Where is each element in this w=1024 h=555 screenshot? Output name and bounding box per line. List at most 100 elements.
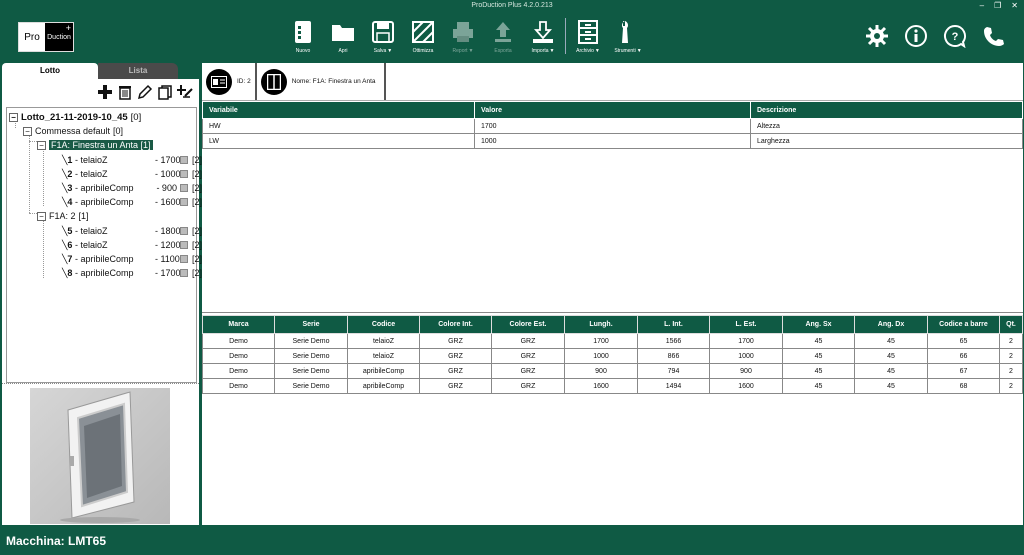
tree-piece[interactable]: ╲ 6 - telaioZ - 1200 [2] (62, 239, 202, 251)
collapse-icon[interactable]: − (37, 211, 46, 221)
tools-button[interactable]: Strumenti ▼ (608, 18, 648, 56)
download-icon (533, 21, 553, 43)
gear-icon[interactable] (865, 24, 889, 48)
table-cell: 65 (927, 333, 1000, 349)
column-header[interactable]: Variabile (202, 101, 475, 119)
table-cell: GRZ (419, 333, 492, 349)
table-cell[interactable]: 1700 (474, 118, 751, 134)
column-header[interactable]: Colore Est. (491, 315, 565, 334)
phone-icon[interactable] (982, 24, 1006, 48)
piece-name: - apribileComp (74, 268, 134, 278)
column-header[interactable]: Descrizione (750, 101, 1023, 119)
export-label: Esporta (494, 48, 512, 54)
column-header[interactable]: Qt. (999, 315, 1023, 334)
column-header[interactable]: Marca (202, 315, 275, 334)
lot-tree: − Lotto_21-11-2019-10_45 [0] − Commessa … (6, 107, 202, 383)
info-icon[interactable] (904, 24, 928, 48)
table-cell: 1000 (564, 348, 638, 364)
tree-piece[interactable]: ╲ 1 - telaioZ - 1700 [2] (62, 154, 202, 166)
table-cell: 1600 (709, 378, 783, 394)
column-header[interactable]: L. Int. (637, 315, 710, 334)
archive-button[interactable]: Archivio ▼ (568, 18, 608, 56)
minimize-icon[interactable]: – (980, 0, 984, 12)
help-icon[interactable]: ? (943, 24, 967, 48)
new-button[interactable]: Nuovo (283, 18, 323, 56)
tree-piece[interactable]: ╲ 4 - apribileComp - 1600 [2] (62, 196, 202, 208)
table-row[interactable]: Demo Serie Demo apribileComp GRZ GRZ 1600 1494… (202, 378, 1023, 394)
piece-length: - 1000 (154, 169, 181, 179)
collapse-icon[interactable]: − (23, 126, 32, 136)
tree-item-f1a-2[interactable]: − F1A: 2 [1] (37, 210, 89, 222)
tree-piece[interactable]: ╲ 7 - apribileComp - 1100 [2] (62, 253, 202, 265)
column-header[interactable]: Ang. Dx (854, 315, 928, 334)
column-header[interactable]: L. Est. (709, 315, 783, 334)
import-label: Importa (531, 48, 549, 54)
table-cell: 2 (999, 363, 1023, 379)
column-header[interactable]: Serie (274, 315, 348, 334)
piece-number: 1 (67, 155, 73, 165)
column-header[interactable]: Ang. Sx (782, 315, 855, 334)
piece-name: - apribileComp (74, 197, 134, 207)
collapse-icon[interactable]: − (37, 140, 46, 150)
save-button[interactable]: Salva ▼ (363, 18, 403, 56)
report-button[interactable]: Report ▼ (443, 18, 483, 56)
item-name: Nome: F1A: Finestra un Anta (291, 78, 376, 85)
piece-name: - apribileComp (74, 254, 134, 264)
restore-icon[interactable]: ❐ (994, 0, 1001, 12)
piece-length: - 1600 (154, 197, 181, 207)
column-header[interactable]: Lungh. (564, 315, 638, 334)
close-icon[interactable]: ✕ (1011, 0, 1018, 12)
folder-icon (332, 25, 354, 41)
column-header[interactable]: Codice a barre (927, 315, 1000, 334)
edit-icon[interactable] (137, 84, 153, 100)
table-row[interactable]: Demo Serie Demo apribileComp GRZ GRZ 900 794 90… (202, 363, 1023, 379)
tree-commessa[interactable]: − Commessa default [0] (23, 125, 123, 137)
table-cell: 45 (782, 333, 855, 349)
table-row[interactable]: Demo Serie Demo telaioZ GRZ GRZ 1000 866 1000 45… (202, 348, 1023, 364)
table-cell: GRZ (491, 363, 565, 379)
table-cell: 2 (999, 333, 1023, 349)
tree-item-f1a-finestra[interactable]: − F1A: Finestra un Anta [1] (37, 139, 153, 151)
left-tabs: Lotto Lista Ottimizzata (2, 63, 178, 91)
tab-lotto[interactable]: Lotto (2, 63, 98, 79)
panel-divider[interactable] (2, 383, 199, 385)
piece-qty: [2] (191, 169, 202, 179)
table-cell: GRZ (419, 348, 492, 364)
tree-piece[interactable]: ╲ 3 - apribileComp - 900 [2] (62, 182, 202, 194)
delete-icon[interactable] (117, 84, 133, 100)
table-cell: 2 (999, 348, 1023, 364)
copy-icon[interactable] (157, 84, 173, 100)
save-label: Salva (373, 48, 387, 54)
floppy-icon (372, 21, 394, 43)
tab-lista-ottimizzata[interactable]: Lista Ottimizzata (98, 63, 178, 91)
tree-piece[interactable]: ╲ 2 - telaioZ - 1000 [2] (62, 168, 202, 180)
printer-icon (453, 22, 473, 42)
report-label: Report (452, 48, 468, 54)
optimize-button[interactable]: Ottimizza (403, 18, 443, 56)
table-cell[interactable]: 1000 (474, 133, 751, 149)
table-row[interactable]: LW 1000 Larghezza (202, 133, 1023, 149)
piece-length: - 900 (156, 183, 177, 193)
table-cell: GRZ (419, 378, 492, 394)
import-button[interactable]: Importa ▼ (523, 18, 563, 56)
add-icon[interactable] (97, 84, 113, 100)
column-header[interactable]: Codice (347, 315, 420, 334)
collapse-icon[interactable]: − (9, 112, 18, 122)
table-cell: HW (202, 118, 475, 134)
piece-length: - 1100 (154, 254, 180, 264)
variables-table: Variabile Valore Descrizione HW 1700 Alt… (202, 101, 1023, 149)
table-header-row: Marca Serie Codice Colore Int. Colore Es… (202, 315, 1023, 334)
export-button[interactable]: Esporta (483, 18, 523, 56)
open-button[interactable]: Apri (323, 18, 363, 56)
column-header[interactable]: Colore Int. (419, 315, 492, 334)
column-header[interactable]: Valore (474, 101, 751, 119)
tree-root[interactable]: − Lotto_21-11-2019-10_45 [0] (9, 111, 141, 123)
table-row[interactable]: Demo Serie Demo telaioZ GRZ GRZ 1700 1566 1700 4… (202, 333, 1023, 349)
table-cell: GRZ (419, 363, 492, 379)
tree-piece[interactable]: ╲ 8 - apribileComp - 1700 [2] (62, 267, 202, 279)
add-sub-item-icon[interactable] (177, 84, 193, 100)
table-row[interactable]: HW 1700 Altezza (202, 118, 1023, 134)
table-cell: LW (202, 133, 475, 149)
tree-piece[interactable]: ╲ 5 - telaioZ - 1800 [2] (62, 225, 202, 237)
tree-commessa-count: [0] (113, 126, 124, 136)
